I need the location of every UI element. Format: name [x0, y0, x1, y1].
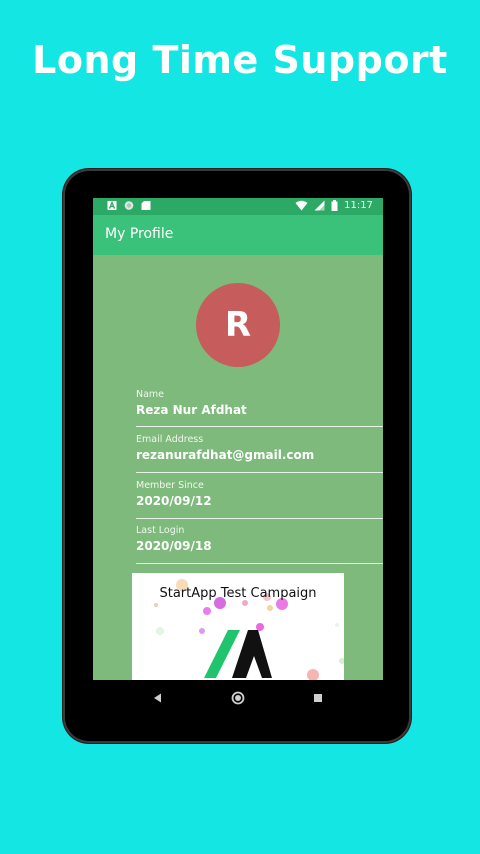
status-time: 11:17 — [344, 200, 373, 211]
promo-title: Long Time Support — [32, 38, 448, 82]
email-field: Email Address rezanurafdhat@gmail.com — [136, 434, 383, 473]
home-icon[interactable] — [228, 688, 248, 708]
name-label: Name — [136, 389, 165, 400]
email-value: rezanurafdhat@gmail.com — [136, 448, 315, 462]
name-field: Name Reza Nur Afdhat — [136, 389, 383, 427]
sd-card-icon — [141, 201, 151, 210]
last-login-value: 2020/09/18 — [136, 539, 212, 553]
divider — [136, 426, 383, 427]
avatar: R — [196, 283, 280, 367]
divider — [136, 518, 383, 519]
member-since-value: 2020/09/12 — [136, 494, 212, 508]
ad-banner[interactable]: StartApp Test Campaign — [132, 573, 344, 680]
avatar-letter: R — [224, 305, 252, 345]
last-login-label: Last Login — [136, 525, 185, 536]
wifi-icon — [295, 200, 308, 211]
email-label: Email Address — [136, 434, 204, 445]
ad-title: StartApp Test Campaign — [159, 586, 317, 601]
circle-notification-icon — [124, 201, 134, 210]
app-screen: 11:17 My Profile R Name Reza Nur Afdhat … — [93, 198, 383, 680]
startapp-logo-icon — [204, 630, 272, 678]
last-login-field: Last Login 2020/09/18 — [136, 525, 383, 564]
divider — [136, 563, 383, 564]
app-bar-title: My Profile — [105, 226, 174, 242]
signal-icon — [314, 200, 325, 211]
app-bar: My Profile — [93, 215, 383, 255]
back-icon[interactable] — [148, 688, 168, 708]
battery-icon — [331, 200, 338, 211]
member-since-field: Member Since 2020/09/12 — [136, 480, 383, 519]
status-bar: 11:17 — [93, 198, 383, 215]
divider — [136, 472, 383, 473]
app-notification-icon — [107, 200, 117, 210]
recents-icon[interactable] — [308, 688, 328, 708]
navigation-bar — [93, 680, 383, 716]
member-since-label: Member Since — [136, 480, 204, 491]
name-value: Reza Nur Afdhat — [136, 403, 247, 417]
